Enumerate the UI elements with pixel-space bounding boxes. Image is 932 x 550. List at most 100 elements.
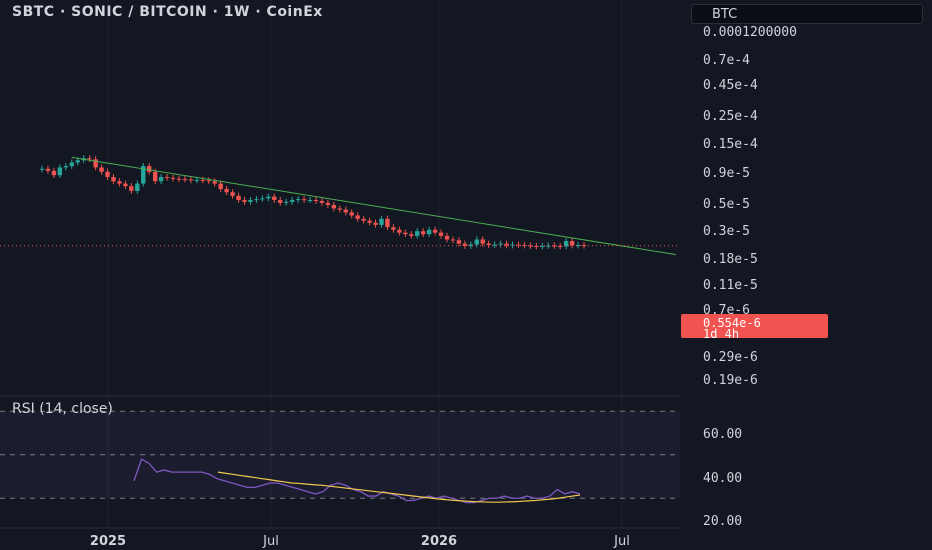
candle-body <box>164 177 170 179</box>
chart-title: SBTC · SONIC / BITCOIN · 1W · CoinEx <box>12 4 323 20</box>
candle-body <box>307 200 313 202</box>
candle-body <box>373 222 378 225</box>
candle-body <box>420 231 426 235</box>
candle-body <box>385 218 390 228</box>
candle-body <box>444 235 450 240</box>
price-tick-label: 0.9e-5 <box>703 166 750 181</box>
candle-body <box>224 189 229 193</box>
candle-body <box>248 200 253 202</box>
candle-body <box>272 196 277 201</box>
candle-body <box>63 166 69 168</box>
candle-body <box>438 232 444 236</box>
candle-body <box>105 171 110 178</box>
candle-body <box>194 179 200 181</box>
rsi-tick-label: 60.00 <box>703 427 742 442</box>
candle-body <box>432 229 438 233</box>
candle-body <box>415 231 420 236</box>
candle-body <box>266 196 271 199</box>
last-price-tag: 0.554e-6 1d 4h <box>681 314 828 341</box>
price-tick-label: 0.29e-6 <box>703 350 758 365</box>
price-tick-label: 0.0001200000 <box>703 25 797 40</box>
candle-body <box>301 199 307 201</box>
candle-body <box>170 177 176 179</box>
candle-body <box>182 179 188 181</box>
candle-body <box>206 180 211 182</box>
trendline <box>71 156 677 256</box>
candle-body <box>391 227 396 230</box>
candle-body <box>403 232 408 235</box>
candle-body <box>498 243 503 245</box>
candle-body <box>236 195 241 201</box>
candle-body <box>569 241 575 246</box>
price-tick-label: 0.5e-5 <box>703 197 750 212</box>
chart-canvas: 0.0001200000 0.7e-4 0.45e-4 0.25e-4 0.15e-4 0… <box>0 0 797 549</box>
candle-body <box>337 208 343 210</box>
x-tick-label: 2026 <box>421 534 457 549</box>
candle-body <box>212 181 217 184</box>
price-tick-label: 0.15e-4 <box>703 137 758 152</box>
candle-body <box>51 170 57 176</box>
candle-body <box>343 209 348 213</box>
rsi-tick-label: 40.00 <box>703 471 742 486</box>
price-tick-label: 0.45e-4 <box>703 78 758 93</box>
candle-body <box>319 200 325 203</box>
candle-body <box>200 179 206 181</box>
candle-body <box>39 168 45 170</box>
candle-body <box>69 162 74 167</box>
price-tick-label: 0.19e-6 <box>703 373 758 388</box>
candle-body <box>158 177 164 182</box>
candle-body <box>480 239 485 244</box>
price-tick-label: 0.11e-5 <box>703 278 758 293</box>
candle-body <box>57 167 63 176</box>
candle-body <box>331 204 337 209</box>
candle-body <box>283 201 289 203</box>
candle-body <box>367 220 372 223</box>
candle-body <box>188 179 194 181</box>
bar-countdown: 1d 4h <box>703 327 740 341</box>
x-tick-label: 2025 <box>90 534 126 549</box>
candle-body <box>474 239 479 245</box>
candle-body <box>230 192 235 196</box>
candle-body <box>218 183 223 190</box>
candle-body <box>504 243 509 246</box>
candle-body <box>349 212 354 216</box>
price-tick-label: 0.7e-4 <box>703 53 750 68</box>
candle-body <box>289 200 295 202</box>
candle-body <box>397 229 402 233</box>
candle-body <box>117 181 122 184</box>
price-tick-label: 0.18e-5 <box>703 252 758 267</box>
candle-body <box>99 167 104 172</box>
rsi-tick-label: 20.00 <box>703 514 742 529</box>
x-tick-label: Jul <box>262 534 279 549</box>
price-tick-label: 0.25e-4 <box>703 109 758 124</box>
candle-body <box>45 168 51 171</box>
candle-body <box>254 199 259 201</box>
candle-body <box>486 243 491 246</box>
candle-body <box>450 239 456 241</box>
candle-body <box>135 183 140 191</box>
candle-body <box>295 199 301 201</box>
candle-body <box>426 229 432 235</box>
candle-body <box>147 166 152 172</box>
candle-body <box>152 171 158 182</box>
candle-body <box>242 200 247 202</box>
candle-body <box>361 218 366 221</box>
candle-body <box>87 158 92 160</box>
x-tick-label: Jul <box>613 534 630 549</box>
candle-body <box>379 218 384 225</box>
price-tick-label: 0.3e-5 <box>703 224 750 239</box>
candle-body <box>129 186 134 191</box>
candle-body <box>325 202 331 205</box>
candle-body <box>456 240 462 244</box>
candle-body <box>313 200 319 202</box>
candle-body <box>355 215 360 219</box>
candle-body <box>176 178 182 180</box>
currency-selector[interactable]: BTC <box>691 4 923 24</box>
candle-body <box>278 200 283 203</box>
candle-body <box>111 177 116 182</box>
candle-body <box>123 183 128 187</box>
rsi-indicator-label[interactable]: RSI (14, close) <box>12 401 113 417</box>
candle-body <box>260 198 265 200</box>
candle-body <box>75 160 80 163</box>
candle-body <box>409 234 414 236</box>
